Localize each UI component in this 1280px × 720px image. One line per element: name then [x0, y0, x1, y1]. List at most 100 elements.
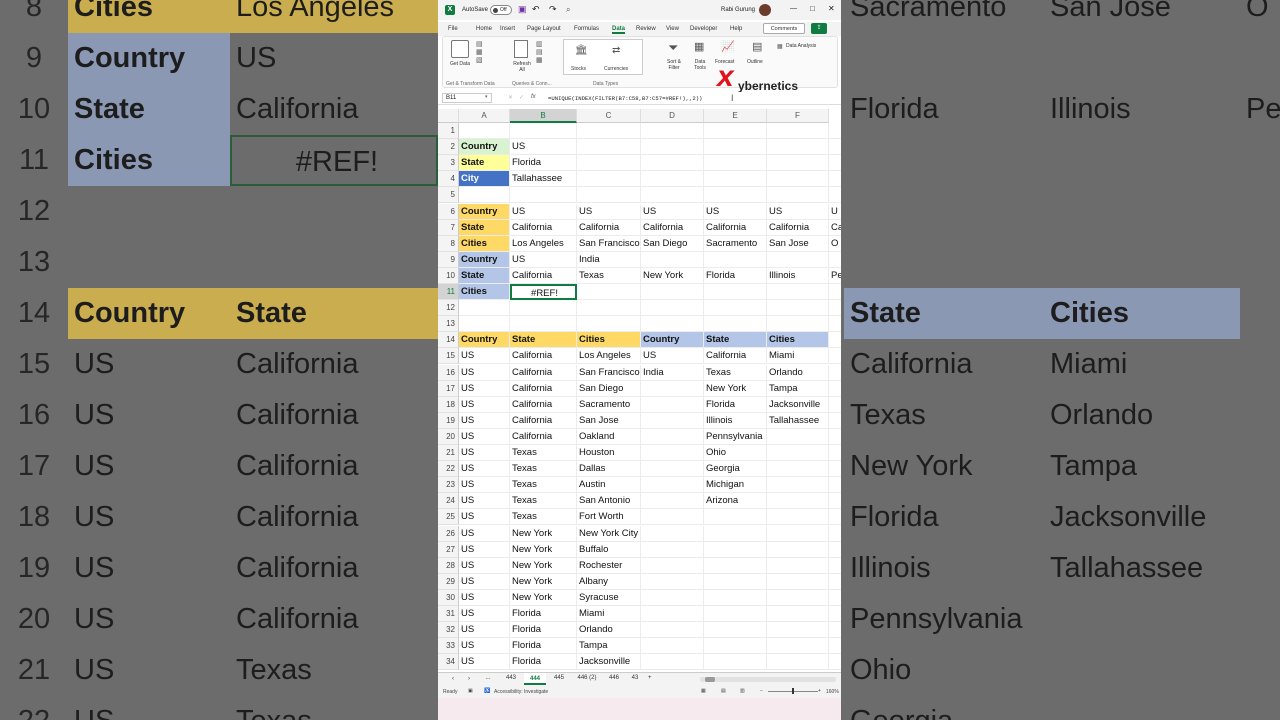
- menu-tab-data[interactable]: Data: [612, 26, 626, 34]
- maximize-button[interactable]: □: [810, 4, 815, 13]
- cell-e1[interactable]: [704, 123, 767, 139]
- cell-d4[interactable]: [641, 171, 704, 188]
- cell-d17[interactable]: [641, 380, 704, 397]
- cell-d25[interactable]: [641, 509, 704, 526]
- cell-e16[interactable]: Texas: [704, 364, 767, 381]
- cell-c3[interactable]: [577, 155, 641, 172]
- cell-b11[interactable]: #REF!: [510, 284, 577, 300]
- cell-b30[interactable]: New York: [510, 589, 577, 606]
- accessibility-status[interactable]: Accessibility: Investigate: [494, 689, 548, 695]
- cell-e25[interactable]: [704, 509, 767, 526]
- cell-g1[interactable]: [829, 123, 841, 139]
- row-header[interactable]: 20: [438, 428, 459, 445]
- row-header[interactable]: 27: [438, 541, 459, 558]
- save-icon[interactable]: ▣: [518, 4, 527, 15]
- cell-d20[interactable]: [641, 428, 704, 445]
- horizontal-scrollbar[interactable]: [700, 677, 836, 682]
- data-analysis-button[interactable]: Data Analysis: [786, 43, 816, 49]
- menu-tab-page-layout[interactable]: Page Layout: [527, 26, 561, 32]
- cell-g34[interactable]: [829, 654, 841, 671]
- cell-e24[interactable]: Arizona: [704, 493, 767, 510]
- fx-icon[interactable]: fx: [531, 94, 536, 100]
- sheet-tab[interactable]: 444: [524, 673, 546, 685]
- row-header[interactable]: 16: [438, 364, 459, 381]
- cell-b16[interactable]: California: [510, 364, 577, 381]
- cell-f24[interactable]: [767, 493, 829, 510]
- cell-a31[interactable]: US: [459, 606, 510, 622]
- cell-c18[interactable]: Sacramento: [577, 396, 641, 413]
- row-header[interactable]: 34: [438, 654, 459, 671]
- cell-g30[interactable]: [829, 590, 841, 606]
- cell-e26[interactable]: [704, 525, 767, 542]
- cell-c31[interactable]: Miami: [577, 606, 641, 622]
- cell-d32[interactable]: [641, 622, 704, 639]
- cell-g15[interactable]: [829, 348, 841, 365]
- cell-b28[interactable]: New York: [510, 557, 577, 574]
- cell-e28[interactable]: [704, 557, 767, 574]
- cell-c5[interactable]: [577, 187, 641, 204]
- cell-b2[interactable]: US: [510, 139, 577, 156]
- cell-e7[interactable]: California: [704, 219, 767, 236]
- cell-b18[interactable]: California: [510, 396, 577, 413]
- cell-e2[interactable]: [704, 139, 767, 156]
- cell-g23[interactable]: [829, 477, 841, 494]
- cell-a26[interactable]: US: [459, 525, 510, 542]
- cell-c10[interactable]: Texas: [577, 267, 641, 284]
- cell-f16[interactable]: Orlando: [767, 364, 829, 381]
- cell-g22[interactable]: [829, 461, 841, 478]
- cell-e23[interactable]: Michigan: [704, 477, 767, 494]
- cell-e8[interactable]: Sacramento: [704, 235, 767, 252]
- cell-a4[interactable]: City: [459, 171, 510, 188]
- cell-f9[interactable]: [767, 251, 829, 268]
- cell-a30[interactable]: US: [459, 589, 510, 606]
- cell-g25[interactable]: [829, 509, 841, 526]
- cell-f22[interactable]: [767, 461, 829, 478]
- cell-e4[interactable]: [704, 171, 767, 188]
- avatar[interactable]: [759, 4, 771, 16]
- cell-c17[interactable]: San Diego: [577, 380, 641, 397]
- cell-a29[interactable]: US: [459, 573, 510, 590]
- cell-d10[interactable]: New York: [641, 267, 704, 284]
- cell-e34[interactable]: [704, 654, 767, 671]
- row-header[interactable]: 30: [438, 589, 459, 606]
- cell-e17[interactable]: New York: [704, 380, 767, 397]
- chevron-down-icon[interactable]: ▾: [485, 94, 488, 100]
- get-data-button[interactable]: Get Data: [447, 61, 473, 67]
- cell-a22[interactable]: US: [459, 461, 510, 478]
- cell-c12[interactable]: [577, 300, 641, 317]
- cell-f26[interactable]: [767, 525, 829, 542]
- search-icon[interactable]: ⌕: [566, 5, 570, 15]
- undo-icon[interactable]: ↶: [532, 4, 540, 15]
- cell-g9[interactable]: [829, 252, 841, 268]
- cell-d5[interactable]: [641, 187, 704, 204]
- row-header[interactable]: 14: [438, 332, 459, 349]
- normal-view-icon[interactable]: ▦: [701, 688, 706, 694]
- cell-b19[interactable]: California: [510, 412, 577, 429]
- column-header-c[interactable]: C: [577, 109, 641, 123]
- zoom-out-icon[interactable]: −: [760, 688, 763, 694]
- cell-c7[interactable]: California: [577, 219, 641, 236]
- cell-c16[interactable]: San Francisco: [577, 364, 641, 381]
- cell-b21[interactable]: Texas: [510, 445, 577, 461]
- cell-a32[interactable]: US: [459, 622, 510, 639]
- sheet-tab[interactable]: 446 (2): [572, 675, 602, 681]
- share-button[interactable]: ⇪: [811, 23, 827, 34]
- cell-c29[interactable]: Albany: [577, 573, 641, 590]
- cell-f27[interactable]: [767, 541, 829, 558]
- cell-g13[interactable]: [829, 316, 841, 333]
- cell-d24[interactable]: [641, 493, 704, 510]
- cell-e22[interactable]: Georgia: [704, 461, 767, 478]
- row-header[interactable]: 32: [438, 622, 459, 639]
- cell-e9[interactable]: [704, 251, 767, 268]
- cell-c6[interactable]: US: [577, 203, 641, 220]
- row-header[interactable]: 19: [438, 412, 459, 429]
- row-header[interactable]: 17: [438, 380, 459, 397]
- cell-a11[interactable]: Cities: [459, 284, 510, 300]
- cell-b4[interactable]: Tallahassee: [510, 171, 577, 188]
- close-button[interactable]: ✕: [828, 4, 835, 13]
- cell-e6[interactable]: US: [704, 203, 767, 220]
- cell-a5[interactable]: [459, 187, 510, 204]
- stocks-button[interactable]: Stocks: [571, 66, 586, 72]
- data-tools-button[interactable]: Data Tools: [689, 59, 711, 71]
- cell-g21[interactable]: [829, 445, 841, 461]
